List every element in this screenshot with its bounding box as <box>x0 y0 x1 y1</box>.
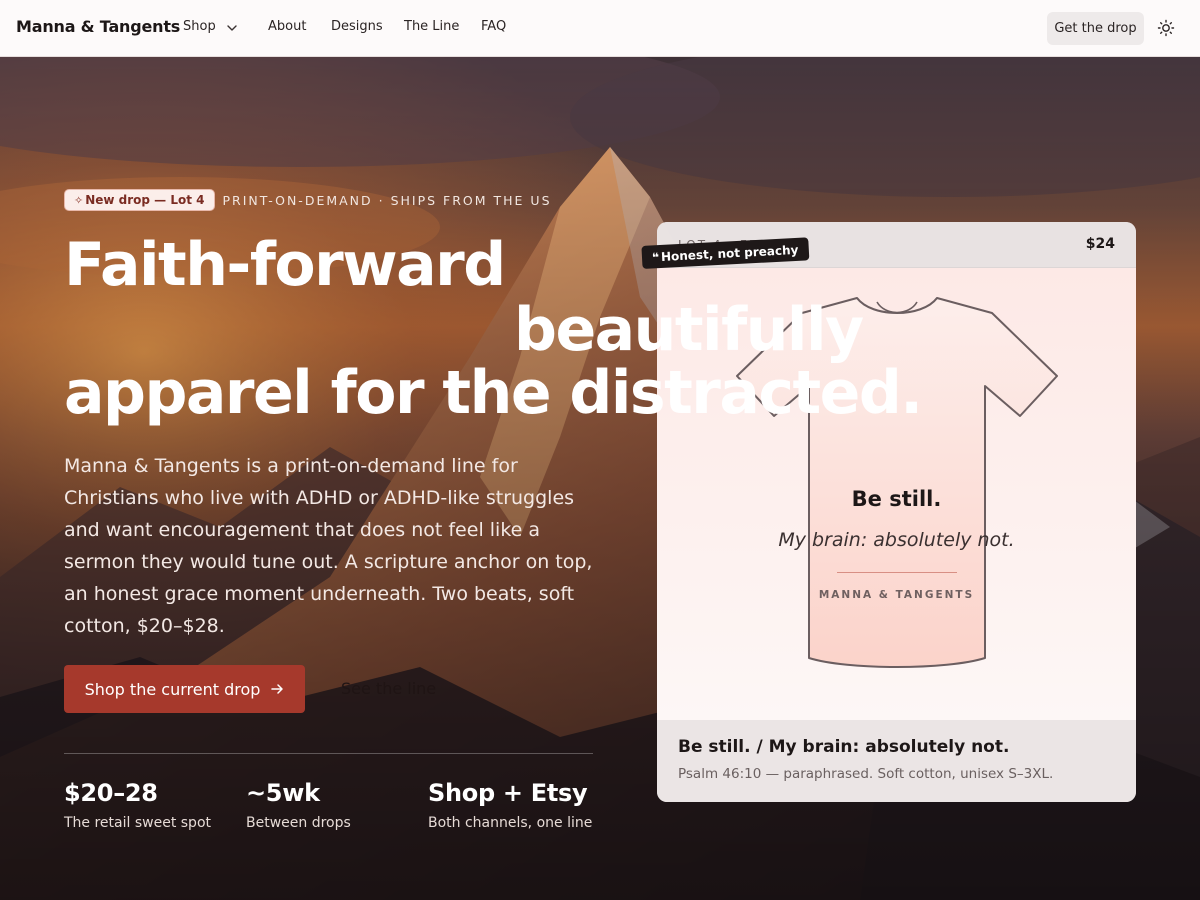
top-nav: Manna & Tangents Shop About Designs The … <box>0 0 1200 57</box>
hero-eyebrow: ✧ New drop — Lot 4 PRINT-ON-DEMAND · SHI… <box>64 189 552 211</box>
nav-link-faq[interactable]: FAQ <box>481 19 506 34</box>
headline-line-1: Faith-forward <box>64 230 506 300</box>
see-the-line-link[interactable]: See the line <box>341 679 436 698</box>
nav-link-about[interactable]: About <box>268 19 306 34</box>
shirt-print-divider <box>837 572 957 573</box>
stat-label: Between drops <box>246 815 351 831</box>
hero-lede: Manna & Tangents is a print-on-demand li… <box>64 455 593 637</box>
new-drop-badge[interactable]: ✧ New drop — Lot 4 <box>64 189 215 211</box>
sticker-label: Honest, not preachy <box>660 242 799 264</box>
stats-divider <box>64 753 593 754</box>
card-price: $24 <box>1085 236 1115 252</box>
stat-value: ~5wk <box>246 779 320 807</box>
product-subtitle: Psalm 46:10 — paraphrased. Soft cotton, … <box>678 766 1054 782</box>
stat-price-range: $20–28 The retail sweet spot <box>64 779 211 831</box>
arrow-right-icon <box>271 684 284 694</box>
sun-icon[interactable] <box>1157 19 1175 37</box>
new-drop-badge-label: New drop — Lot 4 <box>85 193 205 207</box>
headline-line-2: beautifully <box>514 295 864 365</box>
stat-label: The retail sweet spot <box>64 815 211 831</box>
stat-drop-cadence: ~5wk Between drops <box>246 779 351 831</box>
shirt-print-line-1: Be still. <box>851 487 942 511</box>
chevron-down-icon[interactable] <box>226 22 238 34</box>
card-footer: Be still. / My brain: absolutely not. Ps… <box>657 720 1136 802</box>
sparkle-icon: ✧ <box>74 193 84 207</box>
headline-line-3: apparel for the distracted. <box>64 358 923 428</box>
stat-value: Shop + Etsy <box>428 779 588 807</box>
shop-current-drop-button[interactable]: Shop the current drop <box>64 665 305 713</box>
brand-logo[interactable]: Manna & Tangents <box>16 17 180 36</box>
shop-current-drop-label: Shop the current drop <box>84 679 261 699</box>
product-title: Be still. / My brain: absolutely not. <box>678 737 1010 757</box>
shirt-print-line-2: My brain: absolutely not. <box>778 529 1015 551</box>
nav-link-designs[interactable]: Designs <box>331 19 383 34</box>
shirt-brand-mark: MANNA & TANGENTS <box>818 589 975 601</box>
quote-icon: ❝ <box>651 249 660 264</box>
nav-link-shop[interactable]: Shop <box>183 19 216 34</box>
stat-value: $20–28 <box>64 779 158 807</box>
stat-channels: Shop + Etsy Both channels, one line <box>428 779 592 831</box>
stat-label: Both channels, one line <box>428 815 593 831</box>
get-the-drop-button[interactable]: Get the drop <box>1047 12 1144 45</box>
nav-link-the-line[interactable]: The Line <box>404 19 459 34</box>
eyebrow-text: PRINT-ON-DEMAND · SHIPS FROM THE US <box>222 192 552 208</box>
